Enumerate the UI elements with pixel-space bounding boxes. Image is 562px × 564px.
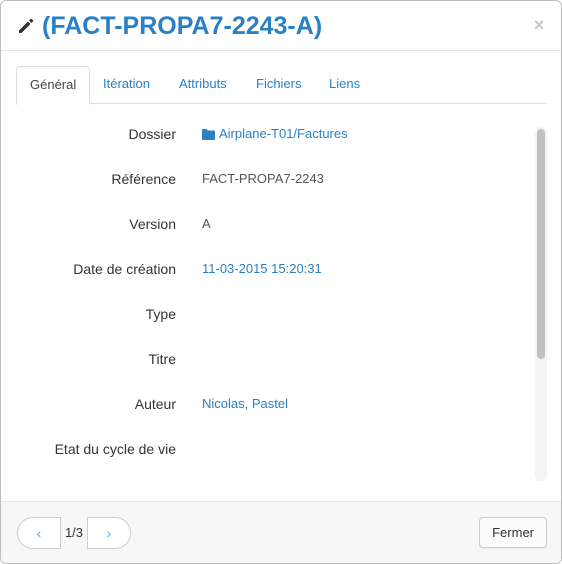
creation-date-link[interactable]: 11-03-2015 15:20:31 [202, 257, 322, 281]
next-button[interactable]: › [87, 517, 131, 549]
field-label: Auteur [134, 396, 176, 412]
scrollbar[interactable] [535, 127, 547, 481]
previous-button[interactable]: ‹ [17, 517, 61, 549]
field-row-reference: Référence FACT-PROPA7-2243 [16, 167, 536, 191]
scrollbar-thumb[interactable] [537, 129, 545, 359]
folder-link-text: Airplane-T01/Factures [219, 126, 348, 141]
tab-liens[interactable]: Liens [316, 66, 373, 104]
field-row-titre: Titre [16, 347, 536, 371]
close-button[interactable]: Fermer [479, 517, 547, 548]
tab-bar: Général Itération Attributs Fichiers Lie… [16, 66, 546, 105]
reference-value: FACT-PROPA7-2243 [202, 171, 324, 186]
field-label: Référence [111, 171, 176, 187]
tab-fichiers[interactable]: Fichiers [243, 66, 315, 104]
modal-title: (FACT-PROPA7-2243-A) [42, 12, 323, 40]
close-icon[interactable]: × [529, 13, 549, 37]
tab-iteration[interactable]: Itération [90, 66, 163, 104]
author-link[interactable]: Nicolas, Pastel [202, 392, 288, 416]
modal-footer: ‹ 1/3 › Fermer [1, 501, 561, 563]
field-row-version: Version A [16, 212, 536, 236]
version-value: A [202, 216, 211, 231]
field-label: Dossier [128, 126, 176, 142]
field-label: Version [129, 216, 176, 232]
field-label: Type [145, 306, 176, 322]
folder-icon [202, 129, 215, 141]
field-label: Etat du cycle de vie [54, 441, 176, 457]
pager-text: 1/3 [64, 525, 84, 540]
general-panel: Dossier Airplane-T01/Factures Référence … [16, 111, 536, 491]
field-row-auteur: Auteur Nicolas, Pastel [16, 392, 536, 416]
field-row-date-creation: Date de création 11-03-2015 15:20:31 [16, 257, 536, 281]
field-row-type: Type [16, 302, 536, 326]
pencil-icon [16, 16, 36, 36]
field-row-dossier: Dossier Airplane-T01/Factures [16, 122, 536, 146]
folder-link[interactable]: Airplane-T01/Factures [202, 122, 348, 146]
tab-general[interactable]: Général [16, 66, 91, 105]
modal-header: (FACT-PROPA7-2243-A) × [1, 1, 561, 51]
document-modal: (FACT-PROPA7-2243-A) × Général Itération… [0, 0, 562, 564]
tab-attributs[interactable]: Attributs [166, 66, 240, 104]
field-label: Date de création [73, 261, 176, 277]
field-row-etat-cycle-vie: Etat du cycle de vie [16, 437, 536, 461]
field-label: Titre [148, 351, 176, 367]
